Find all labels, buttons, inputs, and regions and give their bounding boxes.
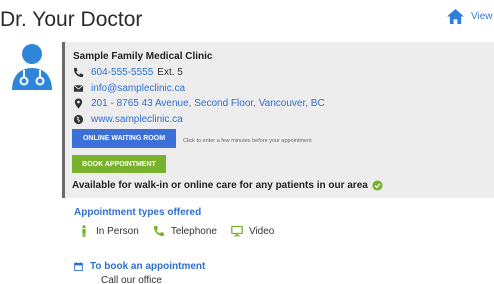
envelope-icon bbox=[73, 83, 84, 94]
phone-row: 604-555-5555 Ext. 5 bbox=[73, 67, 183, 78]
clinic-name: Sample Family Medical Clinic bbox=[73, 51, 213, 62]
appointment-type-video: Video bbox=[231, 225, 274, 237]
address-row: 201 - 8765 43 Avenue, Second Floor, Vanc… bbox=[73, 98, 325, 109]
appointment-type-label: Telephone bbox=[170, 225, 217, 237]
booking-instructions: Call our office bbox=[101, 275, 162, 284]
appointment-type-label: Video bbox=[248, 225, 275, 237]
book-appointment-button[interactable]: BOOK APPOINTMENT bbox=[72, 155, 166, 173]
availability-note: Available for walk-in or online care for… bbox=[72, 180, 383, 191]
monitor-icon bbox=[231, 225, 243, 237]
appointment-type-telephone: Telephone bbox=[153, 225, 217, 237]
phone-icon bbox=[73, 67, 84, 78]
phone-link[interactable]: 604-555-5555 bbox=[91, 67, 153, 78]
address-link[interactable]: 201 - 8765 43 Avenue, Second Floor, Vanc… bbox=[91, 98, 325, 109]
phone-extension: Ext. 5 bbox=[157, 67, 183, 78]
availability-text: Available for walk-in or online care for… bbox=[72, 180, 368, 191]
email-row: info@sampleclinic.ca bbox=[73, 83, 185, 94]
booking-title: To book an appointment bbox=[74, 261, 205, 272]
globe-icon bbox=[73, 114, 84, 125]
website-link[interactable]: www.sampleclinic.ca bbox=[91, 114, 183, 125]
phone-icon bbox=[153, 226, 164, 236]
view-link-label: View bbox=[471, 11, 493, 22]
email-link[interactable]: info@sampleclinic.ca bbox=[91, 83, 185, 94]
website-row: www.sampleclinic.ca bbox=[73, 114, 183, 125]
home-icon bbox=[447, 8, 464, 25]
check-circle-icon bbox=[372, 180, 383, 191]
clinic-info-card: Sample Family Medical Clinic 604-555-555… bbox=[62, 42, 494, 198]
appointment-type-label: In Person bbox=[96, 225, 139, 237]
appointment-types-title: Appointment types offered bbox=[74, 207, 202, 218]
doctor-avatar-icon bbox=[12, 44, 52, 90]
calendar-icon bbox=[74, 262, 83, 271]
waiting-room-hint: Click to enter a few minutes before your… bbox=[183, 138, 312, 144]
booking-title-text: To book an appointment bbox=[90, 261, 206, 272]
appointment-type-in-person: In Person bbox=[78, 225, 139, 237]
person-icon bbox=[82, 225, 86, 237]
view-link[interactable]: View bbox=[446, 8, 493, 25]
appointment-types-list: In Person Telephone Video bbox=[78, 225, 288, 237]
page-title: Dr. Your Doctor bbox=[0, 8, 143, 31]
map-marker-icon bbox=[73, 98, 84, 109]
online-waiting-room-button[interactable]: ONLINE WAITING ROOM bbox=[72, 129, 176, 148]
